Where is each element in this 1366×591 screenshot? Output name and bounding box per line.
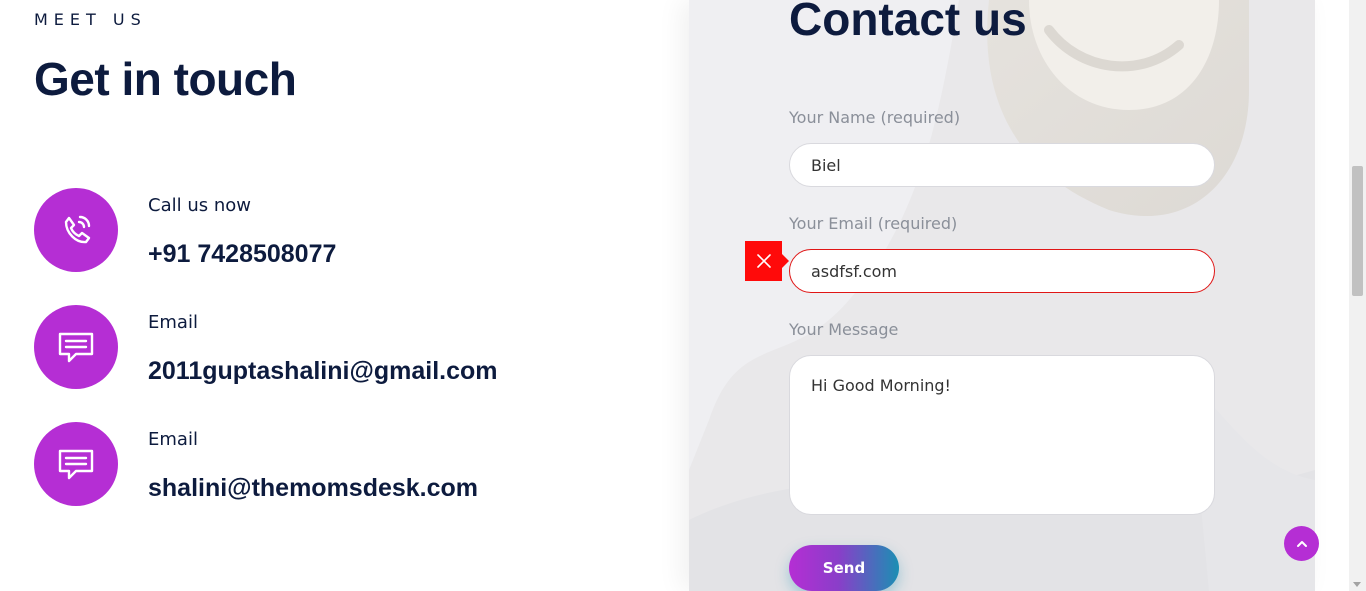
error-badge [745, 241, 789, 281]
get-in-touch-heading: Get in touch [34, 53, 297, 105]
scrollbar-thumb[interactable] [1352, 166, 1363, 296]
contact-form-panel: Contact us Your Name (required) Your Ema… [689, 0, 1315, 591]
contact-label: Call us now [148, 195, 251, 216]
chevron-up-icon [1296, 540, 1307, 547]
meet-us-eyebrow: MEET US [34, 10, 147, 29]
phone-icon [34, 188, 118, 272]
email-address[interactable]: shalini@themomsdesk.com [148, 474, 478, 503]
phone-number[interactable]: +91 7428508077 [148, 240, 336, 269]
close-icon [756, 254, 771, 268]
contact-item-email-2: Email shalini@themomsdesk.com [34, 422, 634, 512]
email-field[interactable] [789, 249, 1215, 293]
contact-us-title: Contact us [789, 0, 1027, 45]
chat-icon [34, 305, 118, 389]
message-label: Your Message [789, 320, 899, 339]
contact-item-email-1: Email 2011guptashalini@gmail.com [34, 305, 634, 395]
scroll-down-arrow-icon[interactable] [1353, 582, 1361, 587]
contact-item-phone: Call us now +91 7428508077 [34, 188, 634, 278]
scroll-to-top-button[interactable] [1284, 526, 1319, 561]
send-button[interactable]: Send [789, 545, 899, 591]
chat-icon [34, 422, 118, 506]
name-field[interactable] [789, 143, 1215, 187]
message-field[interactable]: Hi Good Morning! [789, 355, 1215, 515]
contact-label: Email [148, 429, 198, 450]
page-scrollbar[interactable] [1349, 0, 1366, 591]
contact-label: Email [148, 312, 198, 333]
name-label: Your Name (required) [789, 108, 961, 127]
email-label: Your Email (required) [789, 214, 958, 233]
email-address[interactable]: 2011guptashalini@gmail.com [148, 357, 498, 386]
